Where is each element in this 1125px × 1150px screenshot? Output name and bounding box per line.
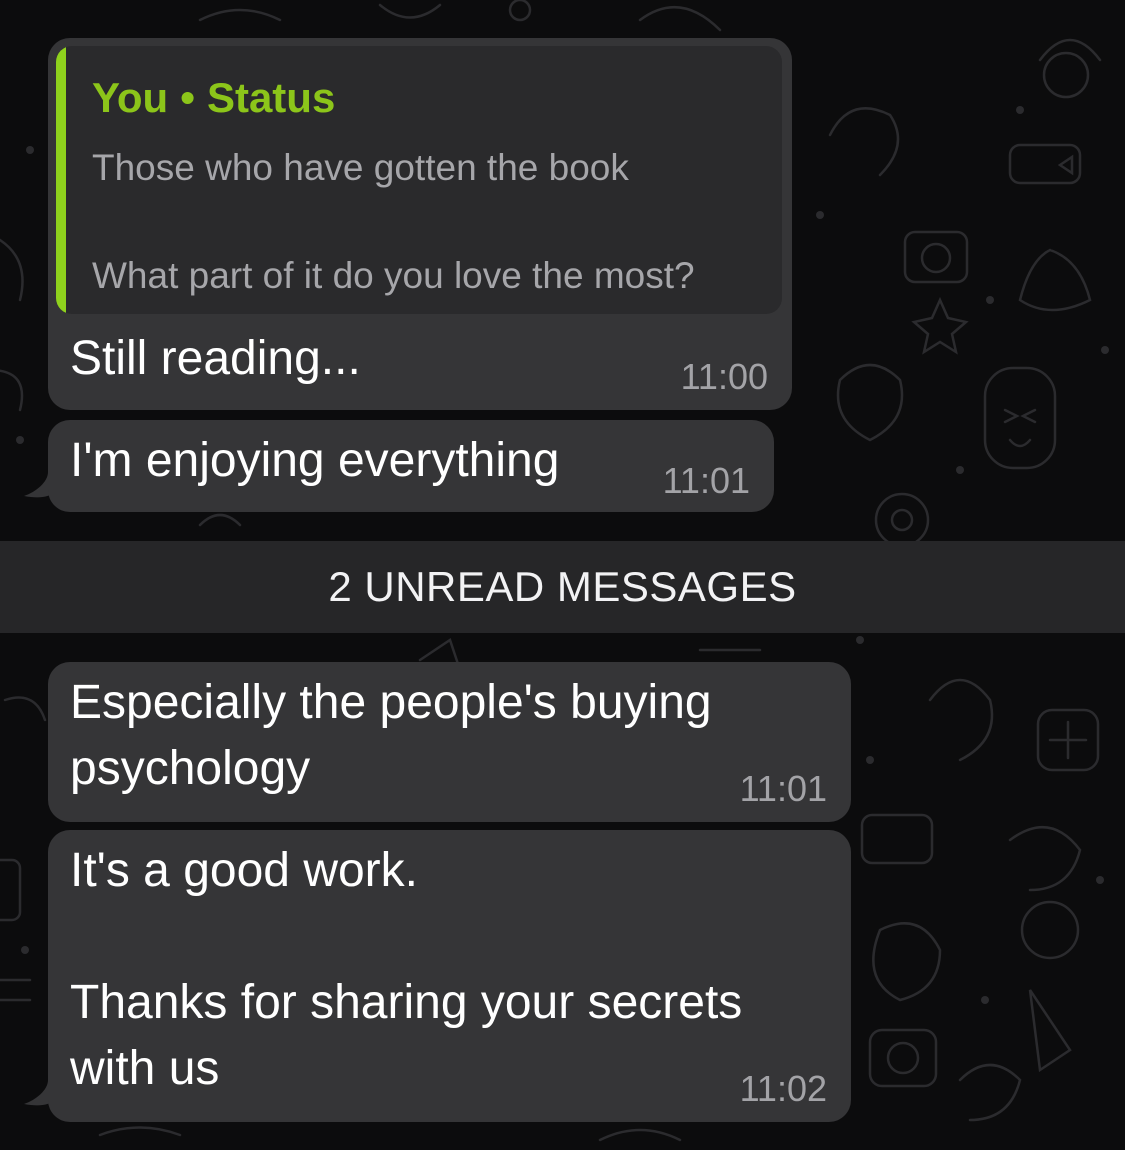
quote-header: You • Status <box>92 74 335 122</box>
quote-separator-dot: • <box>180 74 195 121</box>
unread-banner-label: 2 UNREAD MESSAGES <box>328 563 797 610</box>
message-bubble[interactable]: I'm enjoying everything 11:01 <box>48 420 774 512</box>
quote-author: You <box>92 74 169 121</box>
message-text: Especially the people's buying psycholog… <box>70 676 712 795</box>
message-text: It's a good work. Thanks for sharing you… <box>70 844 743 1095</box>
message-text: Still reading... <box>70 332 361 385</box>
message-bubble-with-reply[interactable]: You • Status Those who have gotten the boo… <box>48 38 792 410</box>
quoted-status[interactable]: You • Status Those who have gotten the boo… <box>56 46 782 314</box>
message-time: 11:01 <box>739 768 827 809</box>
message-bubble[interactable]: It's a good work. Thanks for sharing you… <box>48 830 851 1122</box>
message-text: I'm enjoying everything <box>70 434 560 487</box>
quote-accent-bar <box>56 46 66 314</box>
message-time: 11:00 <box>680 356 768 397</box>
unread-messages-banner: 2 UNREAD MESSAGES <box>0 541 1125 633</box>
quote-label: Status <box>206 74 336 121</box>
message-time: 11:01 <box>662 460 750 501</box>
quote-text: Those who have gotten the book What part… <box>92 147 695 296</box>
message-bubble[interactable]: Especially the people's buying psycholog… <box>48 662 851 822</box>
message-time: 11:02 <box>739 1068 827 1109</box>
